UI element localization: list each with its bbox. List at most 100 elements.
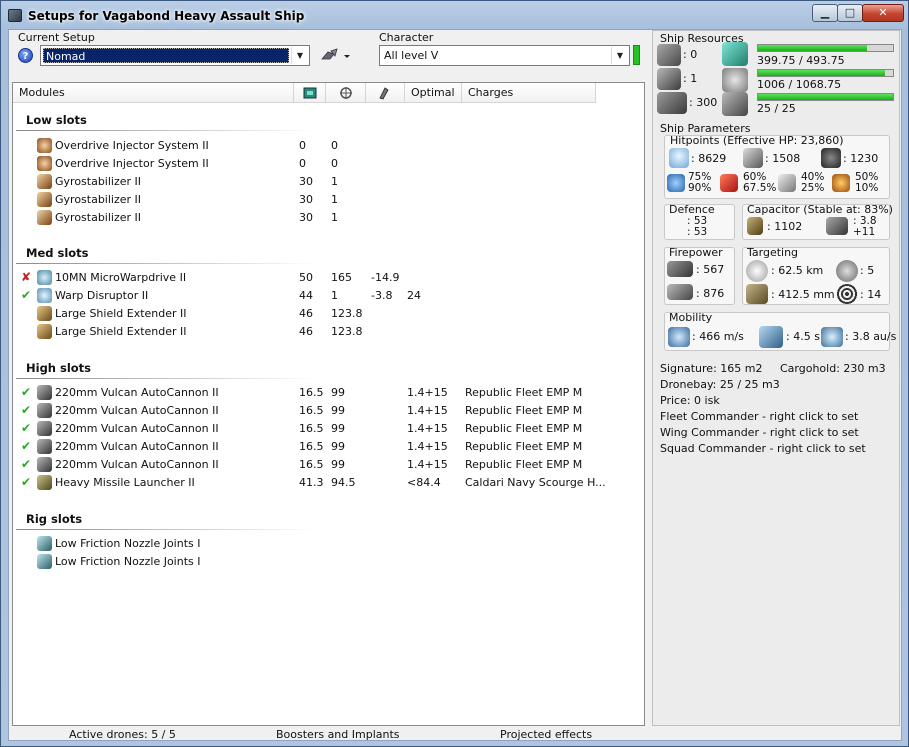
section-title: Rig slots: [26, 512, 83, 526]
gyrostabilizer-icon: [37, 174, 52, 189]
rig-icon: [37, 536, 52, 551]
help-icon[interactable]: ?: [18, 48, 33, 63]
maximize-button[interactable]: □: [837, 4, 863, 22]
mobility-label: Mobility: [669, 311, 713, 324]
module-row[interactable]: Gyrostabilizer II 30 1: [13, 173, 633, 191]
right-panel: Ship Resources : 0 : 1 : 300 399.75 / 49…: [652, 30, 900, 726]
module-charges: Republic Fleet EMP M: [465, 386, 583, 399]
col-optimal[interactable]: Optimal: [405, 83, 462, 103]
modules-list[interactable]: Modules Optimal Charges Low slots Overdri…: [12, 82, 645, 726]
section-title: High slots: [26, 361, 92, 375]
squad-commander-link[interactable]: Squad Commander - right click to set: [660, 442, 866, 455]
module-cpu: 50: [299, 271, 313, 284]
module-name: Overdrive Injector System II: [55, 157, 209, 170]
module-name: 220mm Vulcan AutoCannon II: [55, 404, 219, 417]
module-charges: Caldari Navy Scourge H...: [465, 476, 606, 489]
module-row[interactable]: ✔ Heavy Missile Launcher II 41.3 94.5 <84.4 C…: [13, 474, 633, 492]
module-row[interactable]: ✘ 10MN MicroWarpdrive II 50 165 -14.9: [13, 269, 633, 287]
module-row[interactable]: Low Friction Nozzle Joints I: [13, 553, 633, 571]
module-row[interactable]: Large Shield Extender II 46 123.8: [13, 305, 633, 323]
signature-text: Signature: 165 m2: [660, 362, 763, 375]
projected-effects-button[interactable]: Projected effects: [500, 728, 592, 741]
powergrid-value: 1006 / 1068.75: [757, 78, 842, 91]
setup-combo[interactable]: Nomad ▼: [40, 45, 310, 66]
chevron-down-icon[interactable]: ▼: [291, 47, 308, 64]
turret-slots-value: : 0: [683, 48, 698, 61]
module-row[interactable]: ✔ 220mm Vulcan AutoCannon II 16.5 99 1.4+15 R…: [13, 456, 633, 474]
missile-dps-value: : 876: [696, 287, 725, 300]
module-powergrid: 1: [331, 289, 338, 302]
module-row[interactable]: Low Friction Nozzle Joints I: [13, 535, 633, 553]
firepower-label: Firepower: [669, 246, 723, 259]
missile-launcher-icon: [37, 475, 52, 490]
module-charges: Republic Fleet EMP M: [465, 422, 583, 435]
section-divider: [16, 130, 316, 131]
module-cpu: 16.5: [299, 422, 324, 435]
wing-commander-link[interactable]: Wing Commander - right click to set: [660, 426, 859, 439]
turret-hardpoint-icon: [657, 44, 681, 66]
character-combo[interactable]: All level V ▼: [379, 45, 630, 66]
module-capacitor: -3.8: [371, 289, 393, 302]
launcher-slots-value: : 1: [683, 72, 698, 85]
autocannon-icon: [37, 385, 52, 400]
module-charges: Republic Fleet EMP M: [465, 458, 583, 471]
autocannon-icon: [37, 403, 52, 418]
explosive-resistance-armor: 10%: [855, 182, 879, 194]
module-row[interactable]: Large Shield Extender II 46 123.8: [13, 323, 633, 341]
module-row[interactable]: ✔ 220mm Vulcan AutoCannon II 16.5 99 1.4+15 R…: [13, 420, 633, 438]
module-row[interactable]: ✔ 220mm Vulcan AutoCannon II 16.5 99 1.4+15 R…: [13, 384, 633, 402]
thermal-resistance-icon: [720, 174, 738, 192]
module-row[interactable]: ✔ 220mm Vulcan AutoCannon II 16.5 99 1.4+15 R…: [13, 402, 633, 420]
microwarpdrive-icon: [37, 270, 52, 285]
module-row[interactable]: ✔ 220mm Vulcan AutoCannon II 16.5 99 1.4+15 R…: [13, 438, 633, 456]
section-divider: [16, 378, 316, 379]
minimize-button[interactable]: ▁: [812, 4, 838, 22]
col-cpu[interactable]: [294, 83, 326, 103]
chevron-down-icon[interactable]: ▼: [611, 47, 628, 64]
title-bar[interactable]: Setups for Vagabond Heavy Assault Ship ▁…: [1, 1, 908, 29]
turret-dps-value: : 567: [696, 263, 725, 276]
app-icon: [8, 9, 22, 22]
section-divider: [16, 529, 316, 530]
em-resistance-armor: 90%: [688, 182, 712, 194]
module-row[interactable]: Gyrostabilizer II 30 1: [13, 191, 633, 209]
check-icon: ✔: [21, 475, 32, 489]
col-modules[interactable]: Modules: [13, 83, 294, 103]
module-row[interactable]: Overdrive Injector System II 0 0: [13, 155, 633, 173]
col-powergrid[interactable]: [326, 83, 366, 103]
targeting-label: Targeting: [747, 246, 799, 259]
check-icon: ✔: [21, 288, 32, 302]
cpu-icon: [722, 42, 748, 66]
targeting-range-icon: [746, 260, 768, 282]
module-capacitor: -14.9: [371, 271, 400, 284]
module-row[interactable]: Gyrostabilizer II 30 1: [13, 209, 633, 227]
module-name: 220mm Vulcan AutoCannon II: [55, 440, 219, 453]
module-name: 220mm Vulcan AutoCannon II: [55, 422, 219, 435]
warp-disruptor-icon: [37, 288, 52, 303]
module-cpu: 16.5: [299, 440, 324, 453]
window-title: Setups for Vagabond Heavy Assault Ship: [28, 9, 305, 23]
col-capacitor[interactable]: [366, 83, 405, 103]
module-row[interactable]: ✔ Warp Disruptor II 44 1 -3.8 24: [13, 287, 633, 305]
module-charges: Republic Fleet EMP M: [465, 404, 583, 417]
module-name: 10MN MicroWarpdrive II: [55, 271, 187, 284]
shield-extender-icon: [37, 324, 52, 339]
autocannon-icon: [37, 439, 52, 454]
module-cpu: 0: [299, 139, 306, 152]
hitpoints-group: Hitpoints (Effective HP: 23,860) : 8629 …: [664, 134, 890, 199]
warp-speed-value: : 3.8 au/s: [845, 330, 897, 343]
boosters-implants-button[interactable]: Boosters and Implants: [276, 728, 400, 741]
active-drones-button[interactable]: Active drones: 5 / 5: [69, 728, 176, 741]
module-row[interactable]: Overdrive Injector System II 0 0: [13, 137, 633, 155]
drone-bandwidth-bar: [757, 93, 894, 101]
module-powergrid: 94.5: [331, 476, 356, 489]
fleet-commander-link[interactable]: Fleet Commander - right click to set: [660, 410, 858, 423]
section-title: Med slots: [26, 246, 89, 260]
setup-tools-button[interactable]: [320, 47, 356, 65]
col-charges[interactable]: Charges: [462, 83, 596, 103]
module-cpu: 44: [299, 289, 313, 302]
capacitor-delta-plus: +11: [853, 226, 876, 238]
module-name: Gyrostabilizer II: [55, 175, 142, 188]
close-button[interactable]: ✕: [862, 4, 904, 22]
module-name: Warp Disruptor II: [55, 289, 149, 302]
